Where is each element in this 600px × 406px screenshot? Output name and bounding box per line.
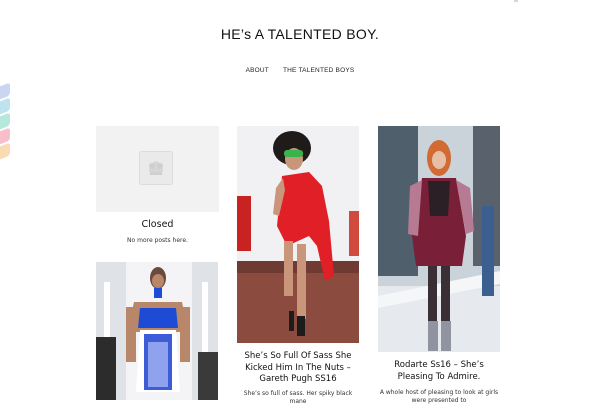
site-title[interactable]: HE’s A TALENTED BOY. bbox=[0, 26, 600, 42]
post-image-blue-outfit[interactable] bbox=[96, 262, 218, 400]
post-excerpt-gareth-pugh: She’s so full of sass. Her spiky black m… bbox=[243, 390, 353, 405]
post-image-rodarte[interactable] bbox=[378, 126, 500, 352]
post-excerpt-rodarte: A whole host of pleasing to look at girl… bbox=[379, 389, 499, 404]
post-placeholder-image[interactable] bbox=[96, 126, 219, 212]
post-title-closed[interactable]: Closed bbox=[96, 219, 219, 231]
corner-mark bbox=[514, 0, 518, 2]
nav-item-talented-boys[interactable]: THE TALENTED BOYS bbox=[283, 67, 354, 74]
post-excerpt-closed: No more posts here. bbox=[127, 237, 188, 244]
post-title-gareth-pugh[interactable]: She’s So Full Of Sass She Kicked Him In … bbox=[237, 351, 359, 386]
post-image-gareth-pugh[interactable] bbox=[237, 126, 359, 343]
image-placeholder-icon bbox=[139, 151, 173, 185]
nav-item-about[interactable]: ABOUT bbox=[246, 67, 269, 74]
post-title-rodarte[interactable]: Rodarte Ss16 – She’s Pleasing To Admire. bbox=[378, 360, 500, 383]
share-stack-icon[interactable] bbox=[0, 82, 12, 163]
main-nav: ABOUT THE TALENTED BOYS bbox=[0, 67, 600, 74]
